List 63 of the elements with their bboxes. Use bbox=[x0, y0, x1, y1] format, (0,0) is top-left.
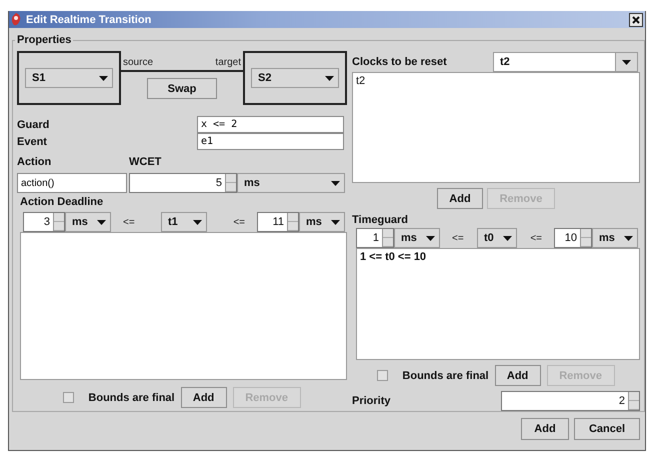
clock-list[interactable]: t2 bbox=[352, 72, 640, 183]
deadline-list[interactable] bbox=[20, 232, 347, 380]
spinner-field[interactable]: 11 bbox=[257, 212, 299, 232]
group-title: Properties bbox=[16, 34, 72, 46]
add-button[interactable]: Add bbox=[521, 418, 569, 440]
swap-button[interactable]: Swap bbox=[147, 78, 217, 99]
dropdown[interactable]: ms bbox=[394, 228, 440, 248]
spinner-field[interactable]: 10 bbox=[554, 228, 592, 248]
app-icon bbox=[11, 13, 22, 26]
section-title: Action Deadline bbox=[20, 196, 104, 208]
checkbox[interactable] bbox=[63, 392, 74, 403]
checkbox[interactable] bbox=[377, 370, 388, 381]
field-label: Action bbox=[17, 156, 52, 168]
dropdown[interactable]: ms bbox=[237, 173, 345, 193]
connector-label: source bbox=[123, 57, 154, 68]
dropdown[interactable]: ms bbox=[592, 228, 638, 248]
field-label: Guard bbox=[17, 118, 50, 130]
timeguard-list[interactable]: 1 <= t0 <= 10 bbox=[356, 248, 640, 360]
event-field[interactable]: e1 bbox=[197, 133, 344, 150]
dropdown-arrow-icon bbox=[98, 76, 108, 80]
dropdown[interactable]: t0 bbox=[477, 228, 517, 248]
operator-label: <= bbox=[530, 232, 542, 244]
field-label: WCET bbox=[129, 156, 162, 168]
action-field[interactable]: action() bbox=[17, 173, 127, 193]
dropdown[interactable]: S2 bbox=[251, 68, 339, 88]
dropdown[interactable]: t1 bbox=[161, 212, 207, 232]
cancel-button[interactable]: Cancel bbox=[574, 418, 640, 440]
checkbox-label: Bounds are final bbox=[88, 392, 175, 404]
operator-label: <= bbox=[452, 232, 464, 244]
dropdown-arrow-icon bbox=[622, 60, 631, 64]
window-title: Edit Realtime Transition bbox=[26, 14, 152, 26]
dropdown-arrow-icon bbox=[330, 180, 340, 186]
dropdown-arrow-icon bbox=[426, 236, 434, 240]
dropdown[interactable]: t2 bbox=[493, 52, 638, 72]
operator-label: <= bbox=[233, 216, 245, 228]
operator-label: <= bbox=[123, 216, 135, 228]
dropdown-arrow-icon bbox=[330, 220, 340, 224]
close-button[interactable] bbox=[629, 12, 643, 26]
connector-label: target bbox=[215, 57, 241, 68]
dropdown[interactable]: ms bbox=[65, 212, 111, 232]
dropdown[interactable]: ms bbox=[299, 212, 345, 232]
guard-field[interactable]: x <= 2 bbox=[197, 116, 344, 133]
field-label: Clocks to be reset bbox=[352, 56, 448, 68]
dropdown-arrow-icon bbox=[324, 76, 334, 80]
spinner-field[interactable]: 2 bbox=[501, 391, 640, 411]
field-label: Event bbox=[17, 136, 48, 148]
dropdown-arrow-icon bbox=[192, 220, 202, 224]
field-label: Priority bbox=[352, 395, 391, 407]
dropdown-arrow-icon bbox=[96, 220, 106, 224]
dropdown-arrow-icon bbox=[502, 236, 512, 240]
list-item[interactable]: t2 bbox=[356, 75, 636, 87]
list-item[interactable]: 1 <= t0 <= 10 bbox=[360, 251, 636, 263]
spinner-field[interactable]: 1 bbox=[356, 228, 394, 248]
spinner-field[interactable]: 5 bbox=[129, 173, 237, 193]
button[interactable]: Add bbox=[494, 365, 541, 386]
close-icon bbox=[632, 16, 640, 24]
button[interactable]: Add bbox=[437, 188, 483, 209]
checkbox-label: Bounds are final bbox=[402, 370, 489, 382]
spinner-field[interactable]: 3 bbox=[23, 212, 65, 232]
section-title: Timeguard bbox=[352, 214, 408, 226]
button[interactable]: Add bbox=[180, 387, 227, 408]
dropdown[interactable]: S1 bbox=[25, 68, 113, 88]
dropdown-arrow-icon bbox=[624, 236, 632, 240]
